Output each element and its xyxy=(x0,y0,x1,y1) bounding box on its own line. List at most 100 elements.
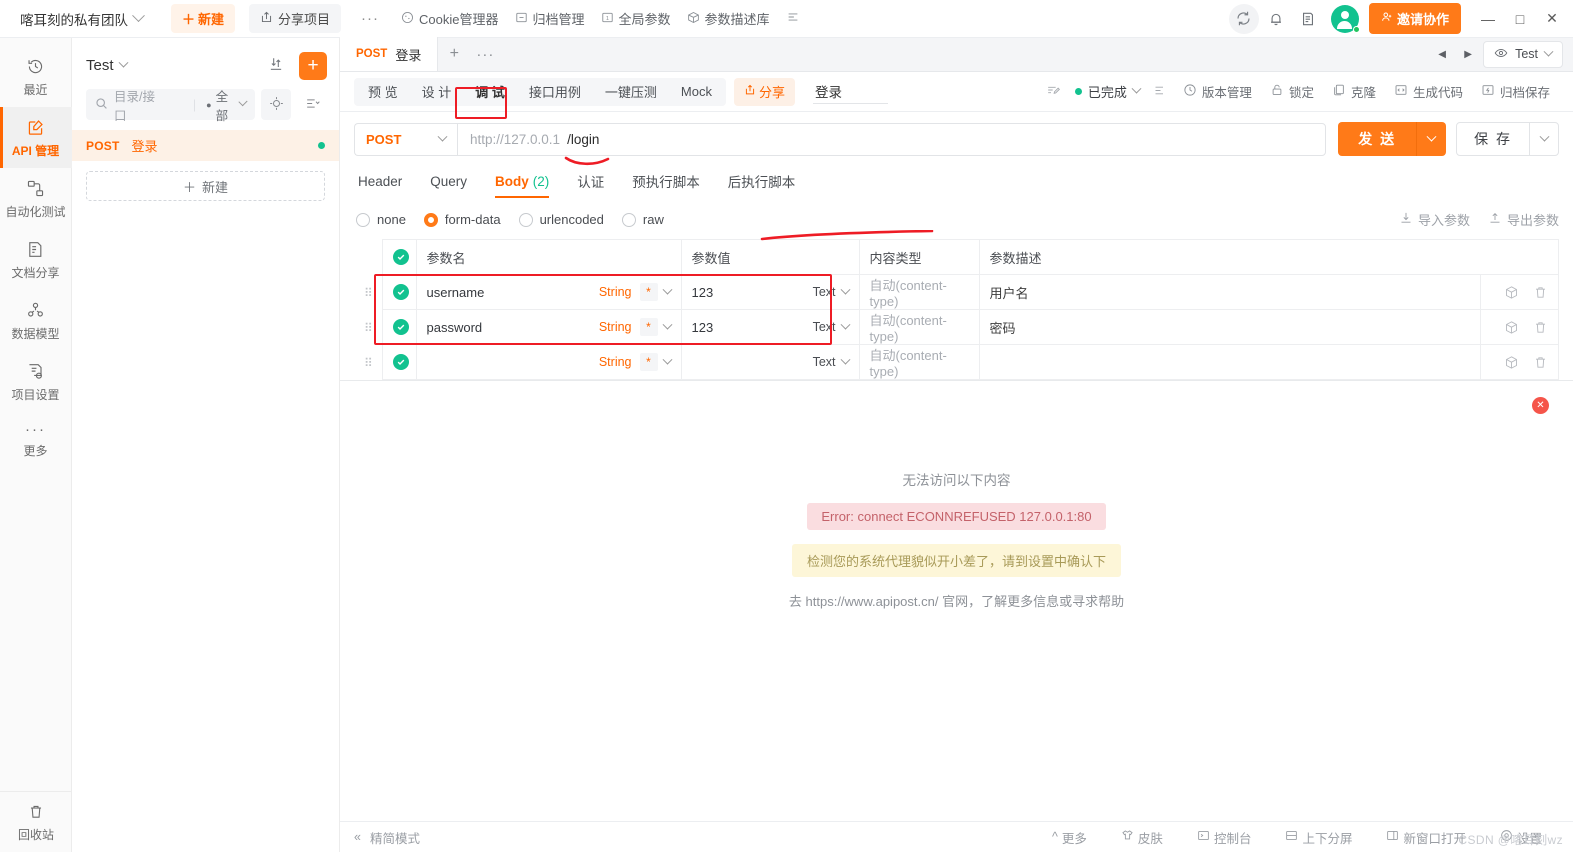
row-enable-checkbox[interactable] xyxy=(381,344,417,380)
sort-button[interactable] xyxy=(297,89,327,120)
param-type-select[interactable]: String xyxy=(599,285,632,299)
row-param-value-cell[interactable]: 123 Text xyxy=(680,274,860,310)
edit-pen-button[interactable] xyxy=(1041,78,1067,106)
nav-prev-button[interactable]: ◀ xyxy=(1431,37,1453,71)
tab-preview[interactable]: 预 览 xyxy=(356,78,410,106)
row-param-value-cell[interactable]: 123 Text xyxy=(680,309,860,345)
sync-button[interactable] xyxy=(1228,3,1259,34)
maximize-button[interactable]: □ xyxy=(1505,4,1535,34)
table-row[interactable]: ⠿ password String * 123 Text 自动(content-… xyxy=(354,309,1560,345)
share-api-button[interactable]: 分享 xyxy=(733,77,795,106)
save-button[interactable]: 保 存 xyxy=(1457,123,1529,155)
split-screen-button[interactable]: 上下分屏 xyxy=(1268,828,1369,847)
settings-button[interactable]: 设置 xyxy=(1483,828,1559,847)
tab-pre-script[interactable]: 预执行脚本 xyxy=(618,164,714,198)
row-enable-checkbox[interactable] xyxy=(381,274,417,310)
chevron-down-icon[interactable] xyxy=(840,354,850,365)
cube-icon[interactable] xyxy=(1504,285,1519,300)
table-row[interactable]: ⠿ String * Text 自动(content-type) xyxy=(354,344,1560,380)
row-content-type-cell[interactable]: 自动(content-type) xyxy=(858,344,980,380)
scope-filter[interactable]: ● 全部 xyxy=(206,86,248,124)
header-select-all[interactable] xyxy=(381,239,417,275)
simple-mode-toggle[interactable]: « 精简模式 xyxy=(354,828,420,847)
param-type-select[interactable]: String xyxy=(599,355,632,369)
chevron-down-icon[interactable] xyxy=(840,319,850,330)
chevron-down-icon[interactable] xyxy=(840,284,850,295)
tab-mock[interactable]: Mock xyxy=(669,78,724,106)
tab-stress-test[interactable]: 一键压测 xyxy=(593,78,669,106)
body-type-form-data[interactable]: form-data xyxy=(422,210,513,229)
add-api-button[interactable]: + xyxy=(299,51,327,80)
param-required-toggle[interactable]: * xyxy=(639,353,658,371)
param-value-type-select[interactable]: Text xyxy=(813,320,836,334)
minimize-button[interactable]: — xyxy=(1473,4,1503,34)
cube-icon[interactable] xyxy=(1504,355,1519,370)
cube-icon[interactable] xyxy=(1504,320,1519,335)
locate-button[interactable] xyxy=(261,89,291,120)
row-description-cell[interactable]: 密码 xyxy=(978,309,1481,345)
save-options-button[interactable] xyxy=(1529,123,1558,155)
row-param-name-cell[interactable]: String * xyxy=(415,344,682,380)
add-tab-button[interactable]: + xyxy=(438,37,470,71)
avatar[interactable] xyxy=(1330,4,1360,33)
archive-save-button[interactable]: 归档保存 xyxy=(1472,82,1559,101)
tab-design[interactable]: 设 计 xyxy=(410,78,464,106)
tab-query[interactable]: Query xyxy=(416,164,481,198)
invite-collaborate-button[interactable]: 邀请协作 xyxy=(1368,3,1461,34)
check-icon[interactable] xyxy=(392,319,409,335)
sidebar-item-data-model[interactable]: 数据模型 xyxy=(0,290,72,351)
topbar-item-cookie-manager[interactable]: Cookie管理器 xyxy=(401,9,499,28)
row-param-value-cell[interactable]: Text xyxy=(680,344,860,380)
status-more-button[interactable]: ^ 更多 xyxy=(1035,828,1104,847)
notes-button[interactable] xyxy=(1293,4,1323,34)
tab-header[interactable]: Header xyxy=(354,164,416,198)
row-description-cell[interactable]: 用户名 xyxy=(978,274,1481,310)
param-name-input[interactable]: username xyxy=(427,285,599,300)
send-button[interactable]: 发 送 xyxy=(1338,122,1417,156)
param-required-toggle[interactable]: * xyxy=(639,283,658,301)
topbar-item-global-params[interactable]: 1 全局参数 xyxy=(601,9,671,28)
sidebar-item-automation-test[interactable]: 自动化测试 xyxy=(0,168,72,229)
row-drag-handle[interactable]: ⠿ xyxy=(354,275,382,310)
notifications-button[interactable] xyxy=(1261,4,1291,34)
trash-icon[interactable] xyxy=(1533,320,1548,335)
tab-post-script[interactable]: 后执行脚本 xyxy=(714,164,810,198)
tab-more-button[interactable]: ··· xyxy=(470,37,500,71)
team-selector[interactable]: 喀耳刻的私有团队 xyxy=(14,5,149,33)
tab-auth[interactable]: 认证 xyxy=(563,164,618,198)
clone-button[interactable]: 克隆 xyxy=(1323,82,1385,101)
lock-button[interactable]: 锁定 xyxy=(1261,82,1323,101)
import-params-button[interactable]: 导入参数 xyxy=(1399,210,1470,229)
method-selector[interactable]: POST xyxy=(354,122,457,156)
param-value-input[interactable]: 123 xyxy=(692,285,813,300)
param-type-select[interactable]: String xyxy=(599,320,632,334)
topbar-collapse-button[interactable] xyxy=(786,10,800,27)
body-type-none[interactable]: none xyxy=(354,210,418,229)
close-icon[interactable]: ✕ xyxy=(1532,397,1549,414)
param-required-toggle[interactable]: * xyxy=(639,318,658,336)
sidebar-item-project-settings[interactable]: 项目设置 xyxy=(0,351,72,412)
check-icon[interactable] xyxy=(392,249,409,265)
check-icon[interactable] xyxy=(392,284,409,300)
share-project-button[interactable]: 分享项目 xyxy=(249,4,342,33)
sidebar-item-recent[interactable]: 最近 xyxy=(0,46,72,107)
chevron-down-icon[interactable] xyxy=(662,284,672,295)
sidebar-item-recycle-bin[interactable]: 回收站 xyxy=(0,792,72,852)
trash-icon[interactable] xyxy=(1533,285,1548,300)
row-drag-handle[interactable]: ⠿ xyxy=(354,345,382,380)
param-value-input[interactable]: 123 xyxy=(692,320,813,335)
generate-code-button[interactable]: 生成代码 xyxy=(1385,82,1472,101)
sidebar-item-doc-share[interactable]: 文档分享 xyxy=(0,229,72,290)
status-badge[interactable]: 已完成 xyxy=(1067,82,1148,101)
sidebar-item-api-manage[interactable]: API 管理 xyxy=(0,107,72,168)
tab-api-cases[interactable]: 接口用例 xyxy=(517,78,593,106)
tab-debug[interactable]: 调 试 xyxy=(463,78,517,106)
export-params-button[interactable]: 导出参数 xyxy=(1488,210,1559,229)
body-type-urlencoded[interactable]: urlencoded xyxy=(517,210,616,229)
skin-button[interactable]: 皮肤 xyxy=(1104,828,1180,847)
new-button[interactable]: ＋ 新建 xyxy=(171,4,236,33)
url-input[interactable]: http://127.0.0.1 /login xyxy=(457,122,1327,156)
import-export-button[interactable] xyxy=(261,50,291,81)
new-api-button[interactable]: ＋ 新建 xyxy=(86,171,325,201)
version-manage-button[interactable]: 版本管理 xyxy=(1174,82,1261,101)
